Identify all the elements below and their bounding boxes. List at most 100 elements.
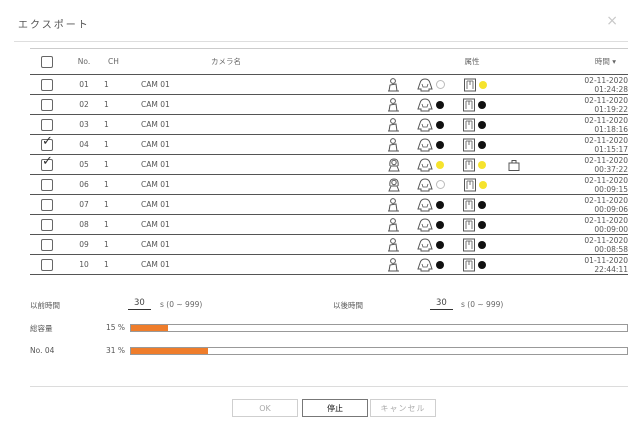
row-no: 07	[64, 194, 104, 215]
row-attributes	[386, 174, 558, 195]
row-checkbox-cell	[30, 114, 64, 135]
color-dot-black	[436, 100, 444, 109]
select-all-checkbox-cell	[30, 48, 64, 75]
row-ch: 1	[104, 114, 141, 135]
row-camera-name: CAM 01	[141, 134, 386, 155]
upper-clothing-icon	[417, 97, 433, 111]
dialog-title: エクスポート	[18, 20, 90, 31]
select-all-checkbox[interactable]	[41, 55, 53, 68]
row-checkbox-cell	[30, 74, 64, 95]
row-attributes	[386, 154, 558, 175]
color-dot-black	[436, 220, 444, 229]
pre-time-unit: s (0 ~ 999)	[160, 300, 203, 309]
row-checkbox[interactable]	[41, 98, 53, 111]
row-checkbox[interactable]	[41, 78, 53, 91]
pre-time-input[interactable]: 30	[128, 298, 151, 310]
upper-clothing-icon	[417, 157, 433, 171]
row-ch: 1	[104, 234, 141, 255]
person-icon	[388, 77, 399, 91]
table-row[interactable]: 03 1 CAM 01 02-11-2020 01:18:16	[30, 114, 628, 135]
row-attributes	[386, 114, 558, 135]
upper-clothing-icon	[417, 117, 433, 131]
post-time-input[interactable]: 30	[430, 298, 453, 310]
table-row[interactable]: 10 1 CAM 01 01-11-2020 22:44:11	[30, 254, 628, 275]
row-time: 02-11-2020 00:09:00	[558, 214, 628, 235]
color-dot-black	[478, 100, 486, 109]
row-camera-name: CAM 01	[141, 254, 386, 275]
row-checkbox[interactable]	[41, 218, 53, 231]
lower-clothing-icon	[463, 138, 475, 151]
color-dot-black	[478, 200, 486, 209]
row-checkbox[interactable]	[41, 198, 53, 211]
row-no: 05	[64, 154, 104, 175]
table-row[interactable]: 07 1 CAM 01 02-11-2020 00:09:06	[30, 194, 628, 215]
table-row[interactable]: 09 1 CAM 01 02-11-2020 00:08:58	[30, 234, 628, 255]
row-camera-name: CAM 01	[141, 74, 386, 95]
title-divider	[14, 41, 628, 42]
stop-button[interactable]: 停止	[302, 399, 368, 417]
lower-clothing-icon	[463, 198, 475, 211]
color-dot-black	[436, 120, 444, 129]
person-icon	[388, 137, 399, 151]
row-checkbox[interactable]	[41, 118, 53, 131]
table-row[interactable]: ✓ 05 1 CAM 01 02-11-2020 00:37:22	[30, 154, 628, 175]
row-time: 02-11-2020 00:09:15	[558, 174, 628, 195]
row-time: 02-11-2020 00:37:22	[558, 154, 628, 175]
color-dot-black	[436, 140, 444, 149]
lower-clothing-icon	[464, 178, 476, 191]
row-checkbox-cell: ✓	[30, 154, 64, 175]
color-dot-black	[478, 240, 486, 249]
row-no: 01	[64, 74, 104, 95]
row-checkbox-cell	[30, 214, 64, 235]
table-row[interactable]: 06 1 CAM 01 02-11-2020 00:09:15	[30, 174, 628, 195]
row-time: 02-11-2020 00:08:58	[558, 234, 628, 255]
row-ch: 1	[104, 74, 141, 95]
color-dot-yellow	[478, 160, 486, 169]
row-no: 09	[64, 234, 104, 255]
cancel-button[interactable]: キャンセル	[370, 399, 436, 417]
color-dot-black	[478, 220, 486, 229]
header-attributes: 属性	[386, 48, 558, 75]
row-attributes	[386, 94, 558, 115]
header-time-sort[interactable]: 時間 ▾	[558, 48, 628, 75]
table-row[interactable]: ✓ 04 1 CAM 01 02-11-2020 01:15:17	[30, 134, 628, 155]
row-ch: 1	[104, 154, 141, 175]
capacity-label: 総容量	[30, 324, 53, 333]
color-dot-yellow	[436, 160, 444, 169]
row-checkbox[interactable]: ✓	[41, 155, 53, 171]
lower-clothing-icon	[463, 98, 475, 111]
person-icon	[388, 237, 399, 251]
lower-clothing-icon	[463, 258, 475, 271]
row-checkbox[interactable]	[41, 238, 53, 251]
upper-clothing-icon	[417, 237, 433, 251]
footer-divider	[30, 386, 628, 387]
lower-clothing-icon	[463, 158, 475, 171]
close-icon[interactable]: ×	[606, 13, 618, 29]
table-row[interactable]: 01 1 CAM 01 02-11-2020 01:24:28	[30, 74, 628, 95]
row-ch: 1	[104, 214, 141, 235]
ok-button[interactable]: OK	[232, 399, 298, 417]
header-no: No.	[64, 48, 104, 75]
color-dot-yellow	[479, 180, 487, 189]
color-dot-black	[436, 240, 444, 249]
pre-time-label: 以前時間	[30, 301, 60, 310]
table-row[interactable]: 08 1 CAM 01 02-11-2020 00:09:00	[30, 214, 628, 235]
capacity-percent: 15 %	[106, 323, 126, 332]
upper-clothing-icon	[417, 257, 433, 271]
row-checkbox[interactable]	[41, 178, 53, 191]
row-time: 02-11-2020 00:09:06	[558, 194, 628, 215]
row-checkbox-cell: ✓	[30, 134, 64, 155]
row-checkbox[interactable]: ✓	[41, 135, 53, 151]
row-ch: 1	[104, 194, 141, 215]
color-dot-white	[436, 180, 445, 189]
row-checkbox-cell	[30, 254, 64, 275]
row-ch: 1	[104, 254, 141, 275]
row-checkbox[interactable]	[41, 258, 53, 271]
header-ch: CH	[104, 48, 141, 75]
color-dot-yellow	[479, 80, 487, 89]
row-time: 02-11-2020 01:19:22	[558, 94, 628, 115]
table-row[interactable]: 02 1 CAM 01 02-11-2020 01:19:22	[30, 94, 628, 115]
row-attributes	[386, 134, 558, 155]
lower-clothing-icon	[463, 218, 475, 231]
row-camera-name: CAM 01	[141, 234, 386, 255]
